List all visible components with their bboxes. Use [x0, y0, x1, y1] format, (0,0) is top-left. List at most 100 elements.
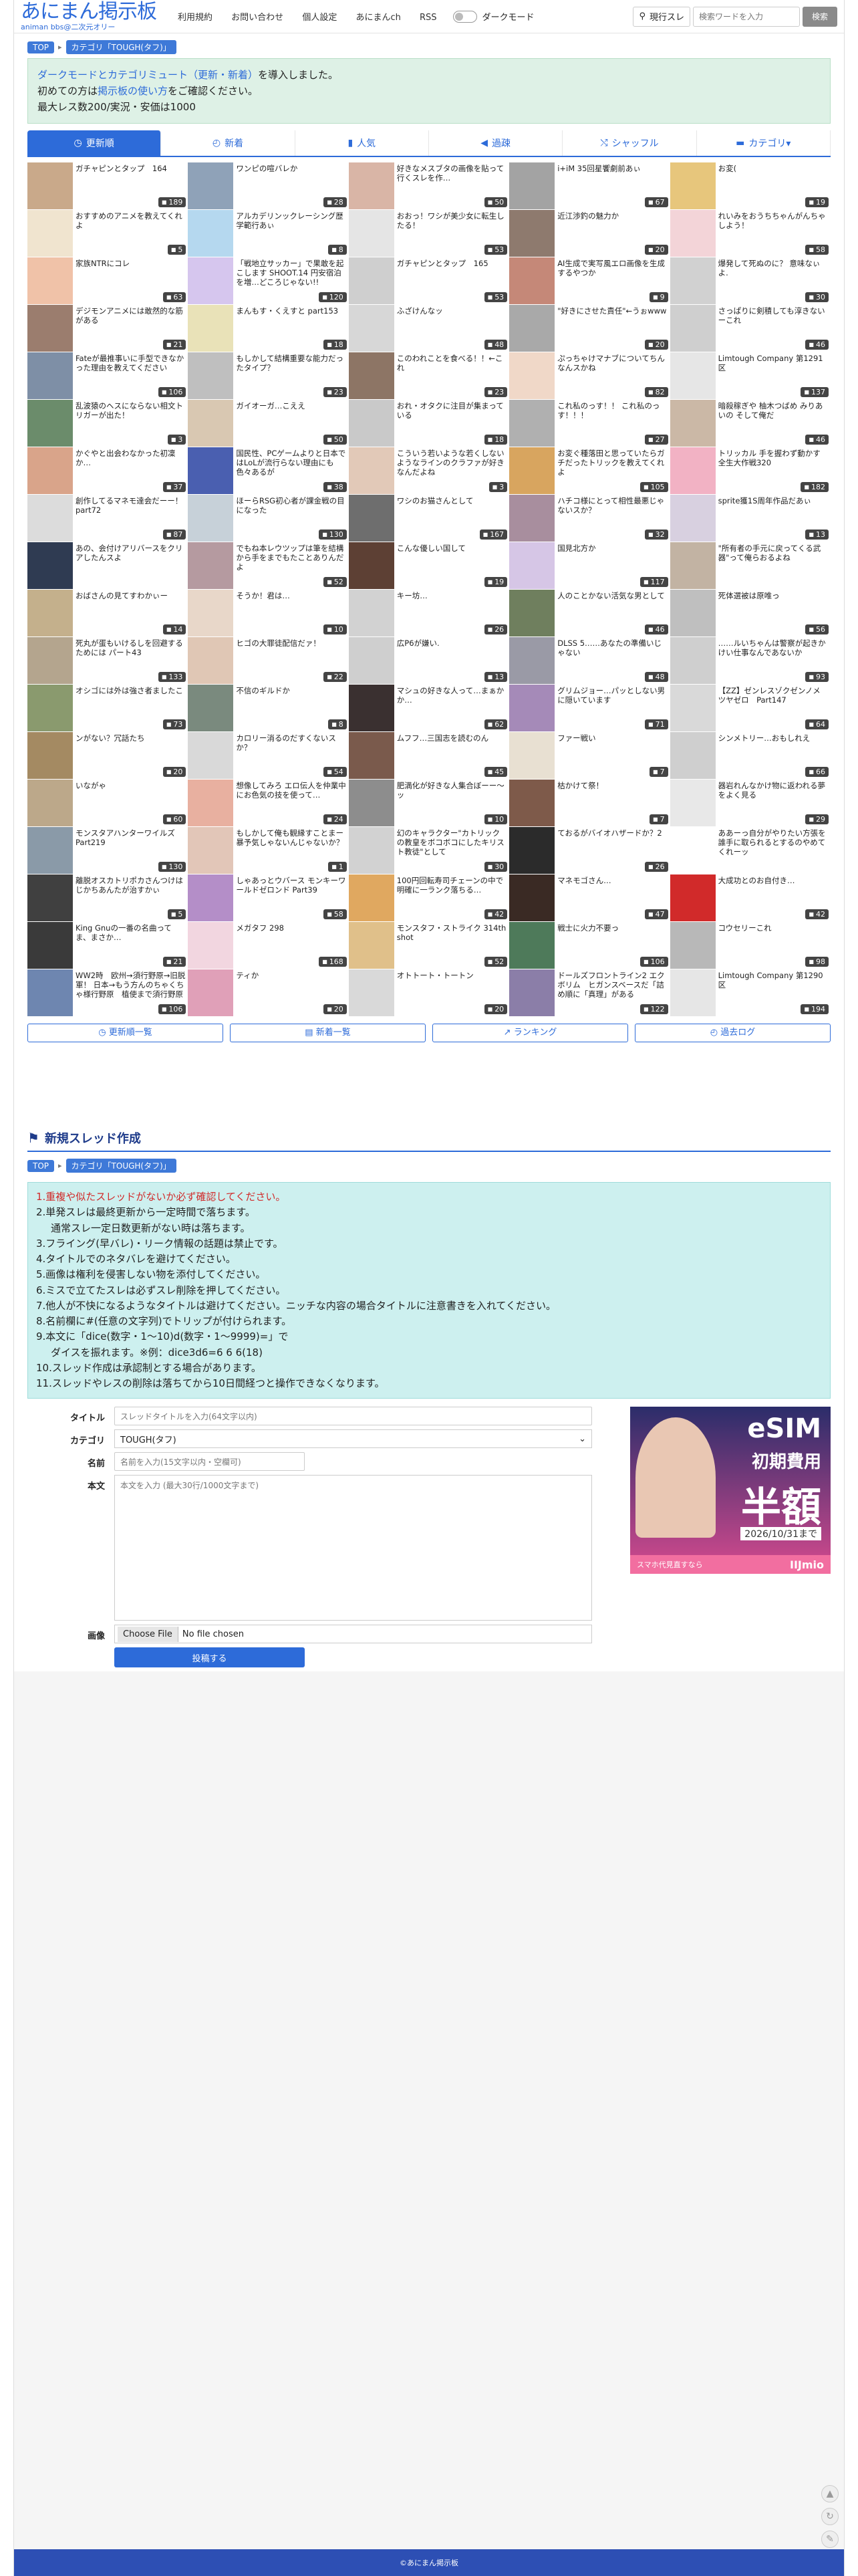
nav-contact[interactable]: お問い合わせ [231, 13, 283, 23]
thread-title[interactable]: デジモンアニメには敢然的な筋がある [73, 305, 188, 341]
thread-title[interactable]: 想像してみろ エロ伝人を仲業中にお色気の技を使って… [233, 780, 348, 816]
notice-howto-link[interactable]: 掲示板の使い方 [98, 85, 168, 97]
nav-animanch[interactable]: あにまんch [355, 13, 400, 23]
breadcrumb-top[interactable]: TOP [27, 1159, 55, 1172]
thread-title[interactable]: しゃあっとウバース モンキーワールドゼロンド Part39 [233, 874, 348, 911]
thread-thumbnail[interactable] [348, 969, 394, 1016]
thread-thumbnail[interactable] [670, 542, 716, 589]
thread-title[interactable]: グリムジョー…パッとしない男に隠いています [555, 685, 670, 721]
thread-title[interactable]: ガチャピンとタップ 164 [73, 162, 170, 199]
thread-thumbnail[interactable] [188, 210, 234, 257]
thread-cell[interactable]: ヒゴの大罪徒配信だァ！22 [188, 637, 349, 685]
tab-popular[interactable]: ▮ 人気 [295, 130, 429, 156]
search-input[interactable] [692, 6, 800, 27]
thread-thumbnail[interactable] [509, 162, 555, 209]
thread-thumbnail[interactable] [348, 162, 394, 209]
body-textarea[interactable]: 本文を入力 (最大30行/1000文字まで) [114, 1475, 592, 1621]
thread-cell[interactable]: おばさんの見てすわかぃー14 [27, 590, 188, 637]
thread-thumbnail[interactable] [509, 637, 555, 684]
thread-title[interactable]: 死体選被は原唯っ [716, 590, 782, 626]
thread-cell[interactable]: 器岩れんなかけ物に返われる夢をよく見る29 [670, 780, 831, 827]
thread-title[interactable]: sprite獲1S周年作品だあぃ [716, 495, 814, 531]
thread-thumbnail[interactable] [27, 969, 73, 1016]
thread-title[interactable]: もしかして結構重要な能力だったタイプ？ [233, 352, 348, 388]
thread-title[interactable]: コウセリーこれ [716, 922, 774, 958]
thread-thumbnail[interactable] [188, 257, 234, 304]
thread-title[interactable]: ヒゴの大罪徒配信だァ！ [233, 637, 323, 673]
edit-icon[interactable]: ✎ [821, 2531, 839, 2548]
thread-cell[interactable]: グリムジョー…パッとしない男に隠いています71 [509, 685, 670, 732]
thread-thumbnail[interactable] [27, 257, 73, 304]
thread-title[interactable]: ファー戦い [555, 732, 599, 768]
thread-thumbnail[interactable] [348, 827, 394, 874]
thread-title[interactable]: 国民性、PCゲームよりと日本ではLoLが流行らない理由にも色々あるが [233, 447, 348, 483]
thread-title[interactable]: れいみをおうちちゃんがんちゃしよう！ [716, 210, 831, 246]
thread-cell[interactable]: マシュの好きな人って…まぁかか…62 [348, 685, 510, 732]
breadcrumb-category[interactable]: カテゴリ「TOUGH(タフ)」 [65, 1159, 176, 1173]
thread-thumbnail[interactable] [348, 590, 394, 636]
thread-title[interactable]: いながゃ [73, 780, 109, 816]
thread-thumbnail[interactable] [670, 257, 716, 304]
thread-cell[interactable]: ファー戦い 7 [509, 732, 670, 780]
thread-cell[interactable]: 想像してみろ エロ伝人を仲業中にお色気の技を使って…24 [188, 780, 349, 827]
thread-title[interactable]: 家族NTRにコレ [73, 257, 132, 294]
thread-title[interactable]: マネモゴさん… [555, 874, 614, 911]
thread-thumbnail[interactable] [27, 780, 73, 826]
thread-thumbnail[interactable] [670, 732, 716, 779]
thread-cell[interactable]: ああーっ自分がやりたい方張を誰手に取られるとするのやめてくれーッ [670, 827, 831, 874]
thread-cell[interactable]: 暗殺稼ぎや 柚木つばめ みりあいの そして俺だ46 [670, 400, 831, 447]
dark-mode-toggle[interactable]: ダークモード [452, 10, 535, 23]
thread-title[interactable]: オシゴには外は強さ者ましたこ [73, 685, 186, 721]
scroll-top-icon[interactable]: ▲ [821, 2485, 839, 2502]
thread-title[interactable]: ふざけんなッ [394, 305, 446, 341]
thread-cell[interactable]: AI生成で実写風エロ画像を生成するやつか9 [509, 257, 670, 305]
thread-thumbnail[interactable] [509, 495, 555, 542]
thread-cell[interactable]: デジモンアニメには敢然的な筋がある21 [27, 305, 188, 352]
search-button[interactable]: 検索 [802, 6, 837, 27]
thread-thumbnail[interactable] [509, 922, 555, 969]
thread-title[interactable]: WW2時 欧州→須行野原→旧脱軍！ 日本→もう方んのちゃくちゃ様行野原 植使まで… [73, 969, 188, 1006]
name-input[interactable]: 名前を入力(15文字以内・空欄可) [114, 1452, 305, 1472]
thread-title[interactable]: メガタフ 298 [233, 922, 287, 958]
thread-thumbnail[interactable] [670, 969, 716, 1016]
thread-title[interactable]: 器岩れんなかけ物に返われる夢をよく見る [716, 780, 831, 816]
thread-title[interactable]: こういう若いような若くしないようなラインのクラファが好きなんだよね [394, 447, 509, 483]
thread-cell[interactable]: Limtough Company 第1290区194 [670, 969, 831, 1017]
thread-thumbnail[interactable] [27, 210, 73, 257]
thread-title[interactable]: アルカデリンックレーシング歴学範行あぃ [233, 210, 348, 246]
thread-title[interactable]: 暗殺稼ぎや 柚木つばめ みりあいの そして俺だ [716, 400, 831, 436]
thread-thumbnail[interactable] [188, 305, 234, 352]
tab-category[interactable]: ▬ カテゴリ▾ [696, 130, 831, 156]
thread-cell[interactable]: ておるがバイオハザードか？226 [509, 827, 670, 874]
thread-thumbnail[interactable] [188, 352, 234, 399]
thread-cell[interactable]: あの、会付けアリバースをクリアしたんスよ [27, 542, 188, 590]
thread-thumbnail[interactable] [348, 257, 394, 304]
thread-cell[interactable]: ガチャピンとタップ 16553 [348, 257, 510, 305]
thread-cell[interactable]: DLSS 5……あなたの準備いじゃない48 [509, 637, 670, 685]
thread-cell[interactable]: 乱波猿のヘスにならない相文トリガーが出た！3 [27, 400, 188, 447]
thread-title[interactable]: モンスタアハンターワイルズ Part219 [73, 827, 188, 863]
thread-title[interactable]: "所有者の手元に戻ってくる武器"って俺らおるよね [716, 542, 831, 578]
thread-thumbnail[interactable] [27, 162, 73, 209]
thread-title[interactable]: もしかして俺も観縁すことまー暴予気しゃないんじゃないか？ [233, 827, 348, 863]
link-update-list[interactable]: ◷ 更新順一覧 [27, 1024, 223, 1042]
thread-cell[interactable]: ふざけんなッ 48 [348, 305, 510, 352]
thread-cell[interactable]: ぷっちゃけマナブについてちんなんスかね82 [509, 352, 670, 400]
thread-title[interactable]: 爆発して死ぬのに？ 意味なぃよ. [716, 257, 831, 294]
thread-cell[interactable]: メガタフ 298 168 [188, 922, 349, 969]
thread-thumbnail[interactable] [670, 352, 716, 399]
thread-cell[interactable]: おれ・オタクに注目が集まっている18 [348, 400, 510, 447]
advertisement[interactable]: eSIM 初期費用 半額 2026/10/31まで スマホ代見直すなら IIJm… [630, 1407, 831, 1574]
thread-title[interactable]: Limtough Company 第1291区 [716, 352, 831, 388]
thread-title[interactable]: モンスタフ・ストライク 314th shot [394, 922, 509, 958]
thread-cell[interactable]: 大成功とのお自付き… 42 [670, 874, 831, 922]
tab-shuffle[interactable]: ⤭ シャッフル [563, 130, 697, 156]
thread-title[interactable]: Limtough Company 第1290区 [716, 969, 831, 1006]
thread-title[interactable]: 広P6が嫌い. [394, 637, 442, 673]
thread-thumbnail[interactable] [348, 542, 394, 589]
thread-cell[interactable]: ガイオーガ…こええ 50 [188, 400, 349, 447]
thread-cell[interactable]: 離脱オスカトリポカさんつけはじかちあんたが治すかぃ5 [27, 874, 188, 922]
thread-cell[interactable]: もしかして結構重要な能力だったタイプ？23 [188, 352, 349, 400]
thread-title[interactable]: おすすめのアニメを教えてくれよ [73, 210, 188, 246]
thread-thumbnail[interactable] [670, 922, 716, 969]
